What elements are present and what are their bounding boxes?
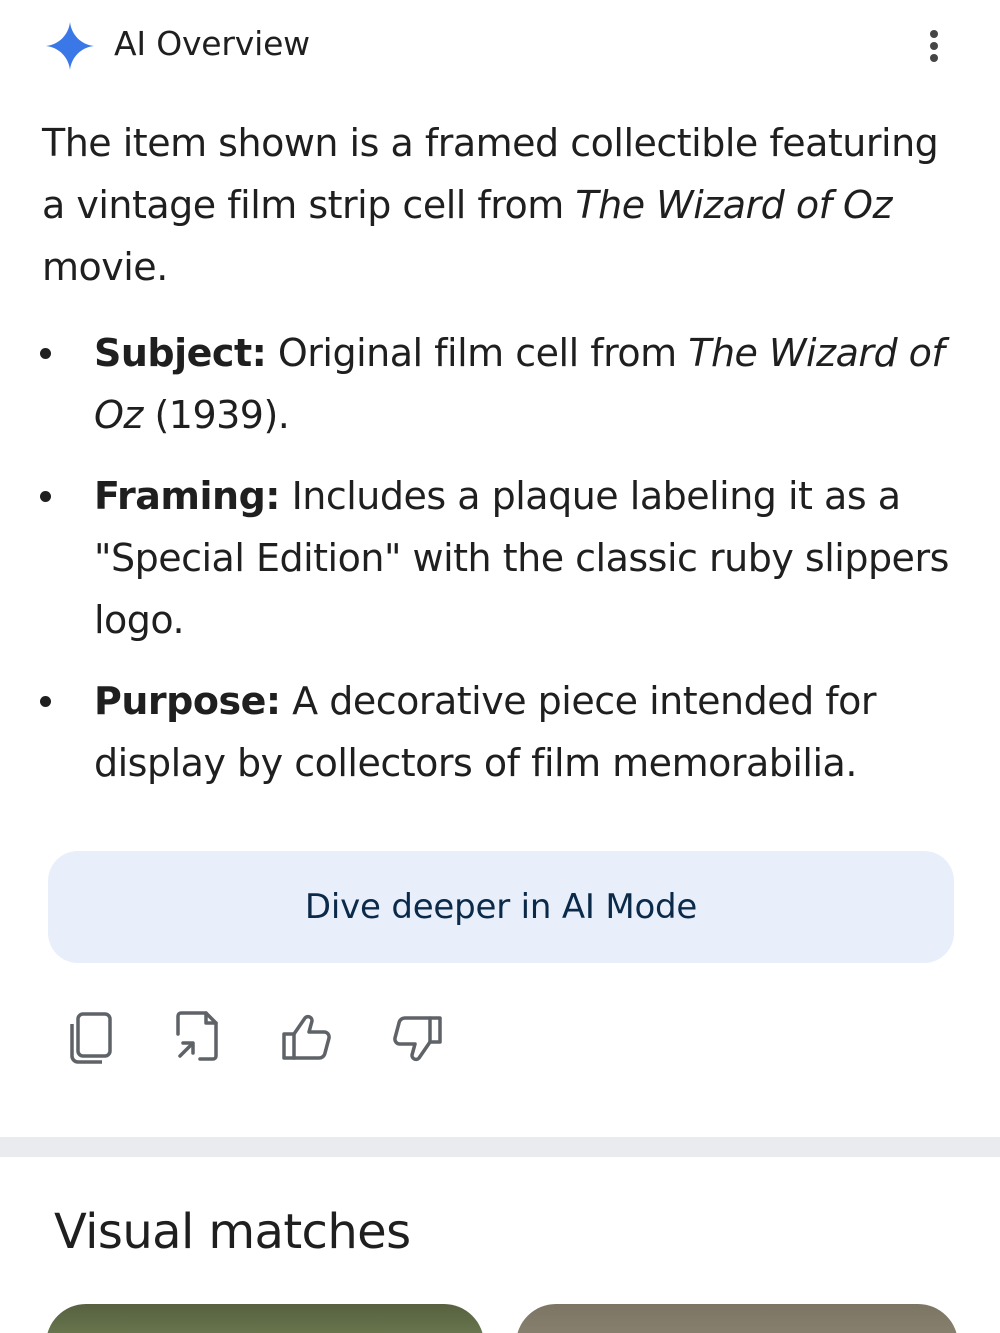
intro-movie-title: The Wizard of Oz xyxy=(575,183,892,227)
bullet-text: Subject: Original film cell from The Wiz… xyxy=(94,331,945,437)
overview-intro: The item shown is a framed collectible f… xyxy=(42,112,962,298)
intro-text-end: movie. xyxy=(42,245,168,289)
share-icon xyxy=(176,1011,218,1061)
bullet-label: Purpose: xyxy=(94,679,281,723)
bullet-icon xyxy=(40,491,51,502)
ai-overview-header: AI Overview xyxy=(44,16,954,72)
copy-button[interactable] xyxy=(62,1006,122,1070)
visual-match-thumbnail[interactable] xyxy=(516,1304,958,1333)
bullet-icon xyxy=(40,348,51,359)
bullet-text: Framing: Includes a plaque labeling it a… xyxy=(94,474,949,642)
visual-matches-title: Visual matches xyxy=(54,1204,411,1260)
more-vert-icon[interactable] xyxy=(914,24,954,68)
gemini-spark-icon xyxy=(46,22,94,70)
list-item: Purpose: A decorative piece intended for… xyxy=(0,670,1000,794)
dive-deeper-label: Dive deeper in AI Mode xyxy=(304,887,698,927)
bullet-label: Subject: xyxy=(94,331,267,375)
thumbs-down-icon xyxy=(393,1016,442,1062)
overview-bullet-list: Subject: Original film cell from The Wiz… xyxy=(0,322,1000,813)
thumbs-up-icon xyxy=(282,1014,331,1060)
dive-deeper-button[interactable]: Dive deeper in AI Mode xyxy=(48,851,954,963)
bullet-body-end: (1939). xyxy=(142,393,290,437)
bullet-text: Purpose: A decorative piece intended for… xyxy=(94,679,877,785)
list-item: Subject: Original film cell from The Wiz… xyxy=(0,322,1000,446)
thumbs-up-button[interactable] xyxy=(278,1006,338,1070)
feedback-actions xyxy=(62,1006,482,1076)
section-divider xyxy=(0,1137,1000,1157)
thumbs-down-button[interactable] xyxy=(386,1006,446,1070)
copy-icon xyxy=(70,1012,112,1064)
visual-match-thumbnail[interactable] xyxy=(46,1304,484,1333)
bullet-icon xyxy=(40,696,51,707)
bullet-label: Framing: xyxy=(94,474,280,518)
share-button[interactable] xyxy=(170,1006,230,1070)
ai-overview-page: AI Overview The item shown is a framed c… xyxy=(0,0,1000,1333)
list-item: Framing: Includes a plaque labeling it a… xyxy=(0,465,1000,651)
header-title: AI Overview xyxy=(114,24,310,63)
bullet-body: Original film cell from xyxy=(266,331,689,375)
